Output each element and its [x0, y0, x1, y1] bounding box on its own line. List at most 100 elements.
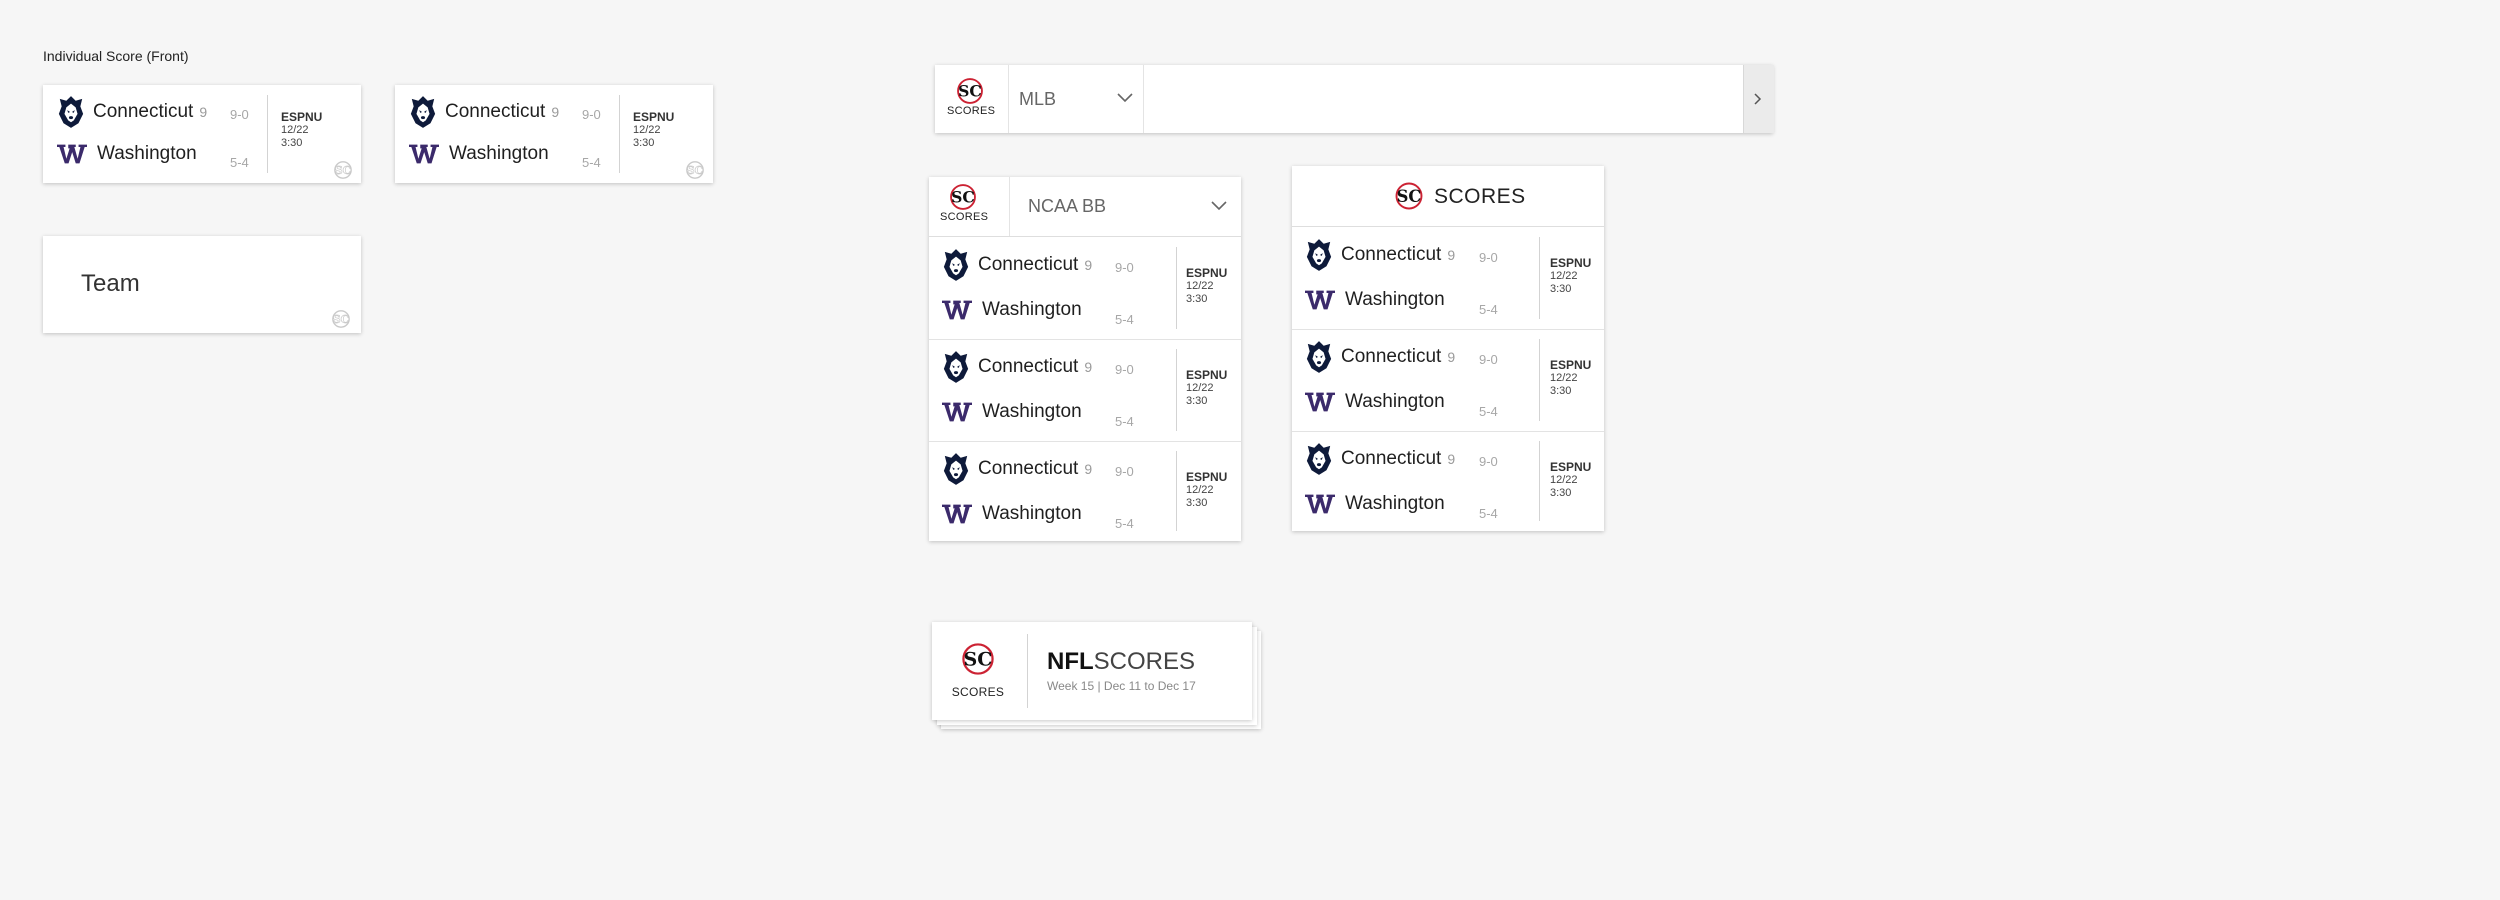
home-team-name: Connecticut [93, 101, 194, 122]
panel-header: SCORES NCAA BB [929, 177, 1241, 236]
away-team-record: 5-4 [1479, 404, 1498, 419]
sportscenter-logo-icon [1385, 181, 1433, 211]
broadcast-info: ESPNU 12/22 3:30 [1550, 257, 1591, 296]
network-label: ESPNU [1550, 358, 1592, 372]
game-time: 3:30 [1186, 497, 1208, 509]
league-dropdown[interactable]: MLB [1009, 65, 1143, 133]
game-time: 3:30 [1186, 395, 1208, 407]
divider [619, 95, 620, 173]
logo-caption: SCORES [940, 211, 989, 223]
home-team-record: 9-0 [1479, 250, 1498, 265]
home-team-name: Connecticut [978, 458, 1079, 479]
washington-w-logo-icon [942, 503, 972, 525]
home-team-seed: 9 [199, 104, 208, 120]
game-time: 3:30 [281, 137, 303, 149]
divider [267, 95, 268, 173]
washington-w-logo-icon [1305, 289, 1335, 311]
huskies-logo-icon [409, 95, 437, 129]
game-date: 12/22 [281, 124, 309, 136]
mlb-scores-bar: SCORES MLB [935, 65, 1774, 133]
away-team-record: 5-4 [1479, 506, 1498, 521]
home-team-record: 9-0 [1115, 362, 1134, 377]
sportscenter-logo-icon [950, 642, 1006, 676]
away-team-record: 5-4 [1115, 516, 1134, 531]
nfl-card-title: NFLSCORES [1047, 648, 1195, 676]
away-team-name: Washington [97, 143, 197, 164]
network-label: ESPNU [633, 110, 675, 124]
league-dropdown-value: MLB [1019, 89, 1057, 109]
game-time: 3:30 [1550, 487, 1572, 499]
huskies-logo-icon [942, 248, 970, 282]
away-team-row: Washington [942, 503, 1082, 525]
team-card[interactable]: Team [43, 236, 361, 333]
score-card[interactable]: Connecticut 9 9-0 Washington 5-4 ESPNU 1… [395, 85, 713, 183]
game-time: 3:30 [1550, 283, 1572, 295]
washington-w-logo-icon [57, 143, 87, 165]
home-team-row: Connecticut 9 [1305, 442, 1455, 476]
league-dropdown-value: NCAA BB [1028, 196, 1107, 216]
huskies-logo-icon [1305, 442, 1333, 476]
score-row[interactable]: Connecticut 9 9-0 Washington 5-4 ESPNU 1… [929, 237, 1241, 339]
huskies-logo-icon [942, 452, 970, 486]
sportscenter-logo-icon [940, 183, 986, 211]
sportscenter-scores-logo: SCORES [940, 183, 989, 233]
score-row[interactable]: Connecticut 9 9-0 Washington 5-4 ESPNU 1… [1292, 329, 1604, 431]
huskies-logo-icon [942, 350, 970, 384]
broadcast-info: ESPNU 12/22 3:30 [633, 111, 674, 150]
washington-w-logo-icon [1305, 391, 1335, 413]
score-card[interactable]: Connecticut 9 9-0 Washington 5-4 ESPNU 1… [43, 85, 361, 183]
home-team-seed: 9 [1084, 257, 1093, 273]
home-team-row: Connecticut 9 [1305, 340, 1455, 374]
league-dropdown[interactable]: NCAA BB [1010, 177, 1241, 236]
network-label: ESPNU [1550, 460, 1592, 474]
chevron-down-icon [1117, 93, 1133, 103]
broadcast-info: ESPNU 12/22 3:30 [1550, 359, 1591, 398]
away-team-record: 5-4 [1479, 302, 1498, 317]
home-team-record: 9-0 [1479, 454, 1498, 469]
game-date: 12/22 [1550, 474, 1578, 486]
sportscenter-scores-logo: SCORES [950, 642, 1006, 704]
logo-caption: SCORES [947, 105, 996, 117]
home-team-name: Connecticut [1341, 244, 1442, 265]
home-team-row: Connecticut 9 [409, 95, 559, 129]
chevron-right-icon [1754, 93, 1762, 105]
away-team-name: Washington [982, 503, 1082, 524]
sportscenter-watermark-icon [326, 159, 360, 181]
game-date: 12/22 [1550, 372, 1578, 384]
home-team-row: Connecticut 9 [57, 95, 207, 129]
game-date: 12/22 [633, 124, 661, 136]
score-row[interactable]: Connecticut 9 9-0 Washington 5-4 ESPNU 1… [929, 441, 1241, 541]
network-label: ESPNU [1550, 256, 1592, 270]
home-team-seed: 9 [1084, 461, 1093, 477]
away-team-name: Washington [1345, 289, 1445, 310]
divider [1143, 65, 1144, 133]
panel-header-title: SCORES [1434, 185, 1526, 208]
score-row[interactable]: Connecticut 9 9-0 Washington 5-4 ESPNU 1… [1292, 227, 1604, 329]
divider [1539, 237, 1540, 319]
league-name: NFL [1047, 648, 1094, 675]
away-team-name: Washington [449, 143, 549, 164]
away-team-record: 5-4 [1115, 312, 1134, 327]
washington-w-logo-icon [942, 299, 972, 321]
home-team-name: Connecticut [978, 356, 1079, 377]
home-team-seed: 9 [1084, 359, 1093, 375]
game-date: 12/22 [1186, 382, 1214, 394]
huskies-logo-icon [1305, 238, 1333, 272]
sportscenter-scores-logo: SCORES [947, 77, 996, 129]
panel-header: SCORES [1292, 166, 1604, 226]
ncaa-bb-scores-panel: SCORES NCAA BB Connecticut 9 9-0 Washing… [929, 177, 1241, 541]
network-label: ESPNU [1186, 368, 1228, 382]
washington-w-logo-icon [942, 401, 972, 423]
scroll-next-button[interactable] [1743, 65, 1774, 133]
score-row[interactable]: Connecticut 9 9-0 Washington 5-4 ESPNU 1… [929, 339, 1241, 441]
huskies-logo-icon [1305, 340, 1333, 374]
nfl-scores-card[interactable]: SCORES NFLSCORES Week 15 | Dec 11 to Dec… [932, 622, 1252, 720]
sportscenter-watermark-icon [678, 159, 712, 181]
broadcast-info: ESPNU 12/22 3:30 [1186, 471, 1227, 510]
score-row[interactable]: Connecticut 9 9-0 Washington 5-4 ESPNU 1… [1292, 431, 1604, 531]
away-team-name: Washington [982, 299, 1082, 320]
scores-panel: SCORES Connecticut 9 9-0 Washington 5-4 … [1292, 166, 1604, 531]
away-team-row: Washington [942, 299, 1082, 321]
chevron-down-icon [1211, 201, 1227, 211]
game-date: 12/22 [1186, 280, 1214, 292]
